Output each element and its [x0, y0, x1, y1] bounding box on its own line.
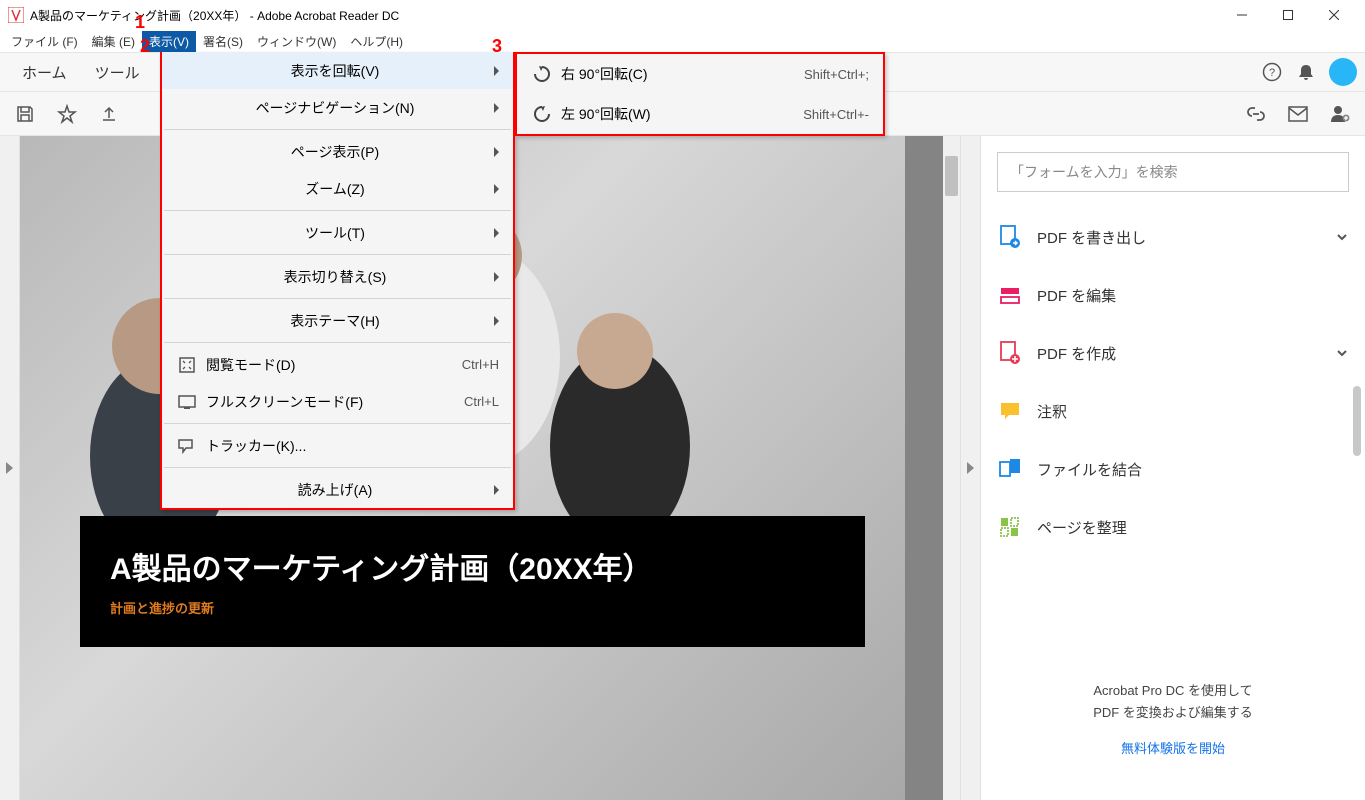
document-banner: A製品のマーケティング計画（20XX年） 計画と進捗の更新 — [80, 516, 865, 647]
tools-list: PDF を書き出し PDF を編集 PDF を作成 注釈 ファイルを結合 — [981, 208, 1365, 556]
app-icon — [8, 7, 24, 23]
fullscreen-icon — [176, 391, 198, 413]
left-rail[interactable] — [0, 136, 20, 800]
view-menu-dropdown: 表示を回転(V) ページナビゲーション(N) ページ表示(P) ズーム(Z) ツ… — [160, 52, 515, 510]
right-panel: 「フォームを入力」を検索 PDF を書き出し PDF を編集 PDF を作成 注… — [980, 136, 1365, 800]
submenu-arrow-icon — [494, 103, 499, 113]
menu-read-aloud[interactable]: 読み上げ(A) — [162, 471, 513, 508]
rotate-cw-icon — [531, 63, 553, 85]
menu-view[interactable]: 表示(V) — [142, 31, 196, 52]
export-pdf-icon — [997, 224, 1023, 250]
submenu-arrow-icon — [494, 184, 499, 194]
expand-right-icon — [967, 462, 974, 474]
tab-tools[interactable]: ツール — [81, 62, 154, 83]
expand-right-icon — [6, 462, 13, 474]
svg-text:?: ? — [1269, 67, 1275, 79]
menu-edit[interactable]: 編集 (E) — [85, 31, 142, 52]
tool-label: 注釈 — [1037, 401, 1349, 422]
star-icon[interactable] — [48, 95, 86, 133]
menu-show-hide[interactable]: 表示切り替え(S) — [162, 258, 513, 295]
tool-label: ファイルを結合 — [1037, 459, 1349, 480]
tool-label: PDF を書き出し — [1037, 227, 1335, 248]
scrollbar-thumb[interactable] — [945, 156, 958, 196]
tool-label: PDF を作成 — [1037, 343, 1335, 364]
annotation-2: 2 — [140, 36, 150, 57]
chevron-down-icon — [1335, 346, 1349, 360]
menu-bar: 1 2 3 ファイル (F) 編集 (E) 表示(V) 署名(S) ウィンドウ(… — [0, 30, 1365, 52]
menu-read-mode[interactable]: 閲覧モード(D)Ctrl+H — [162, 346, 513, 383]
menu-rotate-ccw[interactable]: 左 90°回転(W)Shift+Ctrl+- — [517, 94, 883, 134]
document-subtitle: 計画と進捗の更新 — [110, 598, 835, 617]
create-pdf-icon — [997, 340, 1023, 366]
menu-rotate-view[interactable]: 表示を回転(V) — [162, 52, 513, 89]
tool-organize[interactable]: ページを整理 — [997, 498, 1349, 556]
submenu-arrow-icon — [494, 147, 499, 157]
menu-page-navigation[interactable]: ページナビゲーション(N) — [162, 89, 513, 126]
search-placeholder: 「フォームを入力」を検索 — [1010, 162, 1178, 182]
document-title: A製品のマーケティング計画（20XX年） — [110, 544, 835, 588]
link-icon[interactable] — [1237, 95, 1275, 133]
tool-export-pdf[interactable]: PDF を書き出し — [997, 208, 1349, 266]
user-avatar[interactable] — [1329, 58, 1357, 86]
combine-icon — [997, 456, 1023, 482]
mid-rail[interactable] — [960, 136, 980, 800]
menu-sign[interactable]: 署名(S) — [196, 31, 250, 52]
submenu-arrow-icon — [494, 316, 499, 326]
annotation-3: 3 — [492, 36, 502, 57]
save-icon[interactable] — [6, 95, 44, 133]
mail-icon[interactable] — [1279, 95, 1317, 133]
menu-window[interactable]: ウィンドウ(W) — [250, 31, 343, 52]
menu-tracker[interactable]: トラッカー(K)... — [162, 427, 513, 464]
tool-comment[interactable]: 注釈 — [997, 382, 1349, 440]
tool-label: PDF を編集 — [1037, 285, 1349, 306]
menu-help[interactable]: ヘルプ(H) — [343, 31, 410, 52]
promo-text-2: PDF を変換および編集する — [1011, 702, 1335, 724]
help-icon[interactable]: ? — [1255, 55, 1289, 89]
read-mode-icon — [176, 354, 198, 376]
promo-text-1: Acrobat Pro DC を使用して — [1011, 680, 1335, 702]
menu-page-display[interactable]: ページ表示(P) — [162, 133, 513, 170]
menu-rotate-cw[interactable]: 右 90°回転(C)Shift+Ctrl+; — [517, 54, 883, 94]
vertical-scrollbar[interactable] — [943, 136, 960, 800]
search-tools-input[interactable]: 「フォームを入力」を検索 — [997, 152, 1349, 192]
bell-icon[interactable] — [1289, 55, 1323, 89]
comment-icon — [997, 398, 1023, 424]
submenu-arrow-icon — [494, 66, 499, 76]
tool-edit-pdf[interactable]: PDF を編集 — [997, 266, 1349, 324]
menu-fullscreen[interactable]: フルスクリーンモード(F)Ctrl+L — [162, 383, 513, 420]
tool-create-pdf[interactable]: PDF を作成 — [997, 324, 1349, 382]
submenu-arrow-icon — [494, 272, 499, 282]
edit-pdf-icon — [997, 282, 1023, 308]
add-person-icon[interactable] — [1321, 95, 1359, 133]
chevron-down-icon — [1335, 230, 1349, 244]
tool-label: ページを整理 — [1037, 517, 1349, 538]
tab-home[interactable]: ホーム — [8, 62, 81, 83]
submenu-arrow-icon — [494, 228, 499, 238]
menu-tools[interactable]: ツール(T) — [162, 214, 513, 251]
annotation-1: 1 — [135, 12, 145, 33]
promo-area: Acrobat Pro DC を使用して PDF を変換および編集する 無料体験… — [981, 660, 1365, 800]
menu-file[interactable]: ファイル (F) — [4, 31, 85, 52]
submenu-arrow-icon — [494, 485, 499, 495]
rotate-ccw-icon — [531, 103, 553, 125]
menu-display-theme[interactable]: 表示テーマ(H) — [162, 302, 513, 339]
organize-icon — [997, 514, 1023, 540]
tracker-icon — [176, 435, 198, 457]
window-title: A製品のマーケティング計画（20XX年） - Adobe Acrobat Rea… — [30, 7, 1219, 24]
minimize-button[interactable] — [1219, 0, 1265, 30]
menu-zoom[interactable]: ズーム(Z) — [162, 170, 513, 207]
close-button[interactable] — [1311, 0, 1357, 30]
rotate-submenu: 右 90°回転(C)Shift+Ctrl+; 左 90°回転(W)Shift+C… — [515, 52, 885, 136]
title-bar: A製品のマーケティング計画（20XX年） - Adobe Acrobat Rea… — [0, 0, 1365, 30]
right-panel-scrollbar[interactable] — [1353, 386, 1361, 456]
maximize-button[interactable] — [1265, 0, 1311, 30]
promo-link[interactable]: 無料体験版を開始 — [1011, 738, 1335, 760]
upload-icon[interactable] — [90, 95, 128, 133]
tool-combine[interactable]: ファイルを結合 — [997, 440, 1349, 498]
